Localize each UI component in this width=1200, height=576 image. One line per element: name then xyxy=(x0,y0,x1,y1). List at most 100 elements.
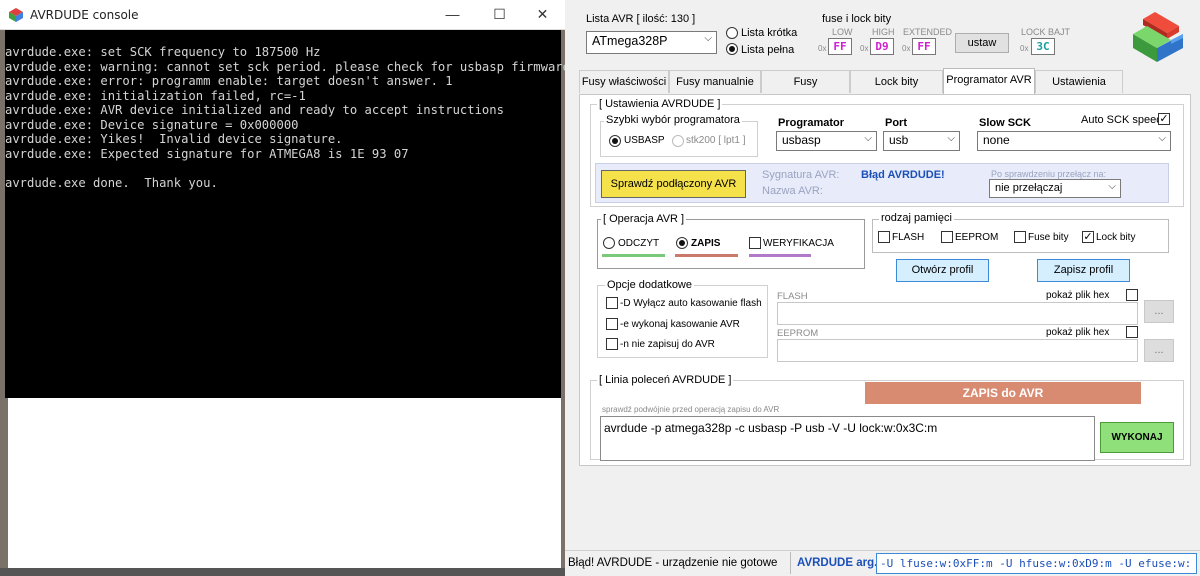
close-button[interactable]: ✕ xyxy=(520,0,565,30)
tab-fuse-simplified[interactable]: Fusy uproszczone xyxy=(761,70,850,110)
slow-sck-select[interactable]: none ⌵ xyxy=(977,131,1171,151)
write-underline xyxy=(675,254,738,257)
hex-prefix: 0x xyxy=(902,44,911,53)
console-empty-area xyxy=(8,398,561,568)
avrdude-args-label: AVRDUDE arg. xyxy=(797,557,878,569)
memory-type-label: rodzaj pamięci xyxy=(879,212,954,224)
tab-fuse-manual[interactable]: Fusy manualnie xyxy=(669,70,761,93)
opt-no-write-checkbox[interactable] xyxy=(606,338,618,350)
console-line: avrdude.exe: error: programm enable: tar… xyxy=(5,74,453,88)
console-output[interactable]: avrdude.exe: set SCK frequency to 187500… xyxy=(5,30,629,398)
tab-settings[interactable]: Ustawienia xyxy=(1035,70,1123,93)
switch-after-value: nie przełączaj xyxy=(995,182,1063,194)
extended-label: EXTENDED xyxy=(903,27,953,37)
avr-name-label: Nazwa AVR: xyxy=(762,185,823,197)
usbasp-label: USBASP xyxy=(624,135,665,146)
app-icon xyxy=(9,8,23,22)
opt-erase-label: -e wykonaj kasowanie AVR xyxy=(620,319,740,330)
stk200-radio[interactable] xyxy=(672,135,684,147)
stk200-label: stk200 [ lpt1 ] xyxy=(686,135,746,146)
open-profile-button[interactable]: Otwórz profil xyxy=(896,259,989,282)
switch-after-select[interactable]: nie przełączaj ⌵ xyxy=(989,179,1121,198)
usbasp-radio[interactable] xyxy=(609,135,621,147)
tab-fuse-properties[interactable]: Fusy właściwości xyxy=(579,70,669,93)
lock-bits-checkbox[interactable]: ✓ xyxy=(1082,231,1094,243)
lock-byte-field[interactable]: 3C xyxy=(1031,38,1055,55)
slow-sck-label: Slow SCK xyxy=(979,117,1031,129)
fuse-bits-checkbox[interactable] xyxy=(1014,231,1026,243)
console-line: avrdude.exe done. Thank you. xyxy=(5,176,218,190)
chevron-down-icon: ⌵ xyxy=(947,133,955,144)
console-line: avrdude.exe: Device signature = 0x000000 xyxy=(5,118,299,132)
opt-no-erase-label: -D Wyłącz auto kasowanie flash xyxy=(620,298,762,309)
flash-browse-button[interactable]: ... xyxy=(1144,300,1174,323)
avrdude-args-field[interactable]: -U lfuse:w:0xFF:m -U hfuse:w:0xD9:m -U e… xyxy=(876,553,1197,574)
eeprom-file-input[interactable] xyxy=(777,339,1138,362)
eeprom-browse-button[interactable]: ... xyxy=(1144,339,1174,362)
lock-byte-label: LOCK BAJT xyxy=(1021,27,1071,37)
console-line: avrdude.exe: Yikes! Invalid device signa… xyxy=(5,132,343,146)
eeprom-show-hex-checkbox[interactable] xyxy=(1126,326,1138,338)
flash-file-label: FLASH xyxy=(777,291,808,302)
extended-fuse-field[interactable]: FF xyxy=(912,38,936,55)
command-hint: sprawdź podwójnie przed operacją zapisu … xyxy=(602,405,780,414)
save-profile-button[interactable]: Zapisz profil xyxy=(1037,259,1130,282)
low-fuse-field[interactable]: FF xyxy=(828,38,852,55)
lock-bits-label: Lock bity xyxy=(1096,232,1136,243)
port-select[interactable]: usb ⌵ xyxy=(883,131,960,151)
tab-lock-bits[interactable]: Lock bity xyxy=(850,70,943,93)
console-titlebar[interactable]: AVRDUDE console — ☐ ✕ xyxy=(0,0,565,30)
programmer-select[interactable]: usbasp ⌵ xyxy=(776,131,877,151)
avr-app-window: Lista AVR [ ilość: 130 ] ATmega328P ⌵ Li… xyxy=(565,0,1200,576)
hex-prefix: 0x xyxy=(860,44,869,53)
high-fuse-field[interactable]: D9 xyxy=(870,38,894,55)
flash-file-input[interactable] xyxy=(777,302,1138,325)
opt-no-write-label: -n nie zapisuj do AVR xyxy=(620,339,715,350)
verify-checkbox[interactable] xyxy=(749,237,761,249)
eeprom-show-hex-label: pokaż plik hex xyxy=(1046,327,1110,338)
tab-avr-programmer[interactable]: Programator AVR xyxy=(943,68,1035,95)
read-radio[interactable] xyxy=(603,237,615,249)
execute-button[interactable]: WYKONAJ xyxy=(1100,422,1174,453)
full-list-radio[interactable] xyxy=(726,43,738,55)
eeprom-file-label: EEPROM xyxy=(777,328,819,339)
maximize-button[interactable]: ☐ xyxy=(477,0,522,30)
flash-show-hex-checkbox[interactable] xyxy=(1126,289,1138,301)
auto-sck-checkbox[interactable]: ✓ xyxy=(1158,113,1170,125)
opt-no-erase-checkbox[interactable] xyxy=(606,297,618,309)
short-list-label: Lista krótka xyxy=(741,27,798,39)
avrdude-error-text: Błąd AVRDUDE! xyxy=(861,169,945,181)
check-avr-button[interactable]: Sprawdź podłączony AVR xyxy=(601,170,746,198)
switch-after-label: Po sprawdzeniu przełącz na: xyxy=(991,169,1107,179)
status-message: Błąd! AVRDUDE - urządzenie nie gotowe xyxy=(568,557,778,569)
console-line: avrdude.exe: warning: cannot set sck per… xyxy=(5,60,629,74)
command-textarea[interactable]: avrdude -p atmega328p -c usbasp -P usb -… xyxy=(600,416,1095,461)
flash-label: FLASH xyxy=(892,232,925,243)
auto-sck-label: Auto SCK speed xyxy=(1081,114,1163,126)
write-label: ZAPIS xyxy=(691,238,721,249)
set-fuses-button[interactable]: ustaw xyxy=(955,33,1009,53)
chevron-down-icon: ⌵ xyxy=(1108,181,1116,192)
status-divider xyxy=(790,552,791,574)
console-line: avrdude.exe: initialization failed, rc=-… xyxy=(5,89,306,103)
avrdude-args-value: -U lfuse:w:0xFF:m -U hfuse:w:0xD9:m -U e… xyxy=(880,557,1192,570)
avr-select[interactable]: ATmega328P ⌵ xyxy=(586,31,717,54)
short-list-radio[interactable] xyxy=(726,27,738,39)
logo-icon xyxy=(1133,12,1183,62)
chevron-down-icon: ⌵ xyxy=(1158,133,1166,144)
avr-list-label: Lista AVR [ ilość: 130 ] xyxy=(586,13,696,25)
opt-erase-checkbox[interactable] xyxy=(606,318,618,330)
flash-checkbox[interactable] xyxy=(878,231,890,243)
slow-sck-value: none xyxy=(983,133,1010,147)
eeprom-label: EEPROM xyxy=(955,232,999,243)
eeprom-checkbox[interactable] xyxy=(941,231,953,243)
read-label: ODCZYT xyxy=(618,238,660,249)
signature-label: Sygnatura AVR: xyxy=(762,169,840,181)
console-line: avrdude.exe: Expected signature for ATME… xyxy=(5,147,409,161)
console-title: AVRDUDE console xyxy=(30,8,139,22)
verify-underline xyxy=(749,254,811,257)
minimize-button[interactable]: — xyxy=(430,0,475,30)
read-underline xyxy=(602,254,665,257)
write-radio[interactable] xyxy=(676,237,688,249)
desktop-strip xyxy=(0,568,565,576)
